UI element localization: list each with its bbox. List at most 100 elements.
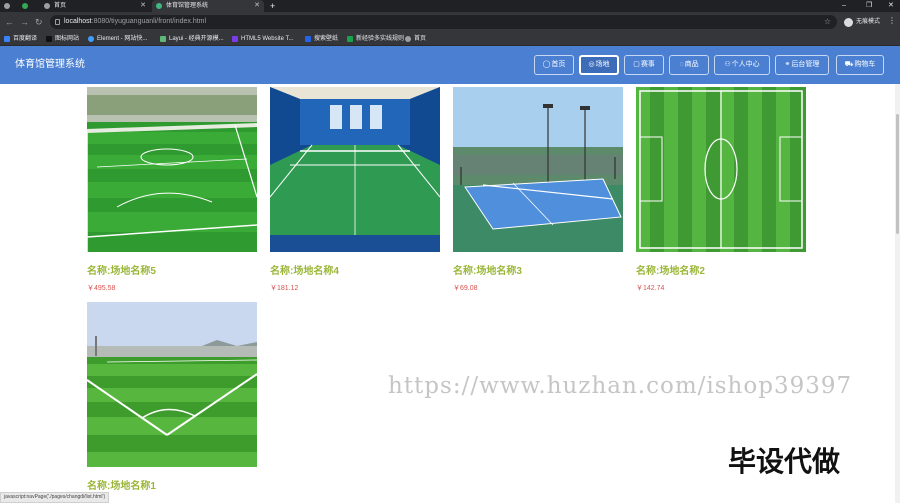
- page-scrollbar[interactable]: [895, 84, 900, 503]
- browser-tab-active[interactable]: 体育馆管理系统 ✕: [152, 0, 264, 12]
- venue-price: ￥69.08: [453, 285, 478, 292]
- incognito-profile-button[interactable]: 无痕模式: [842, 15, 880, 29]
- bookmarks-bar: 百度翻译 图标网站 Element - 网站快... Layui - 经典开源模…: [0, 32, 900, 46]
- browser-tab-label: 体育馆管理系统: [166, 3, 209, 9]
- user-icon: ⚇: [724, 61, 731, 68]
- status-bar-url: javascript:navPage('./pages/changdi/list…: [0, 492, 110, 503]
- nav-events[interactable]: ▢赛事: [624, 55, 664, 75]
- bookmark-label: 图标网站: [55, 36, 80, 42]
- venue-name[interactable]: 名称:场地名称3: [453, 262, 522, 277]
- browser-menu-icon[interactable]: ⋮: [888, 16, 896, 25]
- browser-tab-pinned-2[interactable]: [18, 0, 38, 12]
- bookmark-favicon-icon: [232, 36, 238, 42]
- venue-image[interactable]: [87, 302, 257, 467]
- bookmark-label: 首页: [414, 36, 427, 42]
- maximize-icon[interactable]: ❐: [866, 0, 872, 12]
- venue-image[interactable]: [636, 87, 806, 252]
- cart-icon: ⛟: [844, 61, 854, 68]
- venue-name[interactable]: 名称:场地名称2: [636, 262, 705, 277]
- bookmark-item[interactable]: 首页: [405, 32, 426, 46]
- bookmark-favicon-icon: [160, 36, 166, 42]
- bookmark-star-icon[interactable]: ☆: [824, 15, 831, 29]
- soccer-field-corner-image: [87, 302, 257, 467]
- nav-label: 首页: [551, 61, 566, 68]
- venue-price: ￥181.12: [270, 285, 299, 292]
- venue-name[interactable]: 名称:场地名称5: [87, 262, 156, 277]
- nav-cart[interactable]: ⛟购物车: [836, 55, 884, 75]
- bookmark-item[interactable]: 新经验多实线规则: [347, 32, 404, 46]
- aerial-soccer-field-image: [636, 87, 806, 252]
- tab-favicon-icon: [4, 3, 10, 9]
- browser-tab-home[interactable]: 首页 ✕: [40, 0, 150, 12]
- incognito-icon: [844, 18, 853, 27]
- nav-goods[interactable]: ◌商品: [669, 55, 709, 75]
- venue-card[interactable]: 名称:场地名称5 ￥495.58: [87, 87, 257, 292]
- venue-card[interactable]: 名称:场地名称1: [87, 302, 257, 492]
- bookmark-item[interactable]: 百度翻译: [4, 32, 37, 46]
- bookmark-label: 百度翻译: [13, 36, 38, 42]
- promo-stamp-text: 毕设代做: [728, 445, 841, 478]
- close-window-icon[interactable]: ✕: [888, 0, 894, 12]
- site-header: 体育馆管理系统 ◯首页 ◎场地 ▢赛事 ◌商品 ⚇个人中心 ⚭后台管理 ⛟购物车: [0, 46, 900, 84]
- browser-toolbar: ← → ↻ localhost:8080/tiyuguanguanli/fron…: [0, 12, 900, 32]
- home-icon: ◯: [542, 61, 551, 68]
- venue-card[interactable]: 名称:场地名称3 ￥69.08: [453, 87, 623, 292]
- back-arrow-icon[interactable]: ←: [5, 16, 14, 28]
- address-bar[interactable]: localhost:8080/tiyuguanguanli/front/inde…: [50, 15, 837, 29]
- bookmark-label: Element - 网站快...: [97, 36, 148, 42]
- forward-arrow-icon[interactable]: →: [20, 16, 29, 28]
- soccer-field-image: [87, 87, 257, 252]
- tennis-court-image: [453, 87, 623, 252]
- nav-label: 后台管理: [791, 61, 820, 68]
- bookmark-item[interactable]: HTML5 Website T...: [232, 32, 293, 46]
- venue-image[interactable]: [270, 87, 440, 252]
- close-tab-icon[interactable]: ✕: [140, 0, 146, 12]
- url-host: localhost: [64, 18, 92, 25]
- bookmark-item[interactable]: Element - 网站快...: [88, 32, 147, 46]
- venue-card[interactable]: 名称:场地名称4 ￥181.12: [270, 87, 440, 292]
- minimize-icon[interactable]: –: [842, 0, 846, 12]
- bookmark-favicon-icon: [46, 36, 52, 42]
- bookmark-favicon-icon: [405, 36, 411, 42]
- close-tab-icon[interactable]: ✕: [254, 0, 260, 12]
- bookmark-item[interactable]: 搜索壁纸: [305, 32, 338, 46]
- browser-tab-label: 首页: [54, 3, 67, 9]
- venue-name[interactable]: 名称:场地名称1: [87, 477, 156, 492]
- goods-icon: ◌: [679, 61, 684, 68]
- venue-icon: ◎: [588, 61, 595, 68]
- nav-admin[interactable]: ⚭后台管理: [775, 55, 829, 75]
- venue-price: ￥495.58: [87, 285, 116, 292]
- venue-image[interactable]: [453, 87, 623, 252]
- bookmark-favicon-icon: [305, 36, 311, 42]
- new-tab-button[interactable]: +: [268, 0, 280, 12]
- badminton-court-image: [270, 87, 440, 252]
- scrollbar-thumb[interactable]: [896, 114, 899, 234]
- bookmark-item[interactable]: 图标网站: [46, 32, 79, 46]
- venue-name[interactable]: 名称:场地名称4: [270, 262, 339, 277]
- bookmark-label: HTML5 Website T...: [241, 36, 294, 42]
- bookmark-label: 搜索壁纸: [314, 36, 339, 42]
- bookmark-label: 新经验多实线规则: [356, 36, 405, 42]
- nav-label: 赛事: [640, 61, 655, 68]
- venue-image[interactable]: [87, 87, 257, 252]
- bookmark-label: Layui - 经典开源模...: [169, 36, 224, 42]
- nav-label: 购物车: [854, 61, 876, 68]
- nav-label: 场地: [595, 61, 610, 68]
- nav-home[interactable]: ◯首页: [534, 55, 574, 75]
- nav-venue[interactable]: ◎场地: [579, 55, 619, 75]
- nav-label: 个人中心: [731, 61, 760, 68]
- tab-favicon-icon: [22, 3, 28, 9]
- url-path: :8080/tiyuguanguanli/front/index.html: [91, 18, 207, 25]
- nav-user-center[interactable]: ⚇个人中心: [714, 55, 770, 75]
- reload-icon[interactable]: ↻: [35, 16, 43, 28]
- bookmark-favicon-icon: [88, 36, 94, 42]
- venue-price: ￥142.74: [636, 285, 665, 292]
- calendar-icon: ▢: [633, 61, 640, 68]
- tab-favicon-icon: [44, 3, 50, 9]
- bookmark-item[interactable]: Layui - 经典开源模...: [160, 32, 224, 46]
- site-title: 体育馆管理系统: [15, 59, 85, 70]
- bookmark-favicon-icon: [347, 36, 353, 42]
- tab-favicon-icon: [156, 3, 162, 9]
- browser-tab-pinned-1[interactable]: [0, 0, 18, 12]
- venue-card[interactable]: 名称:场地名称2 ￥142.74: [636, 87, 806, 292]
